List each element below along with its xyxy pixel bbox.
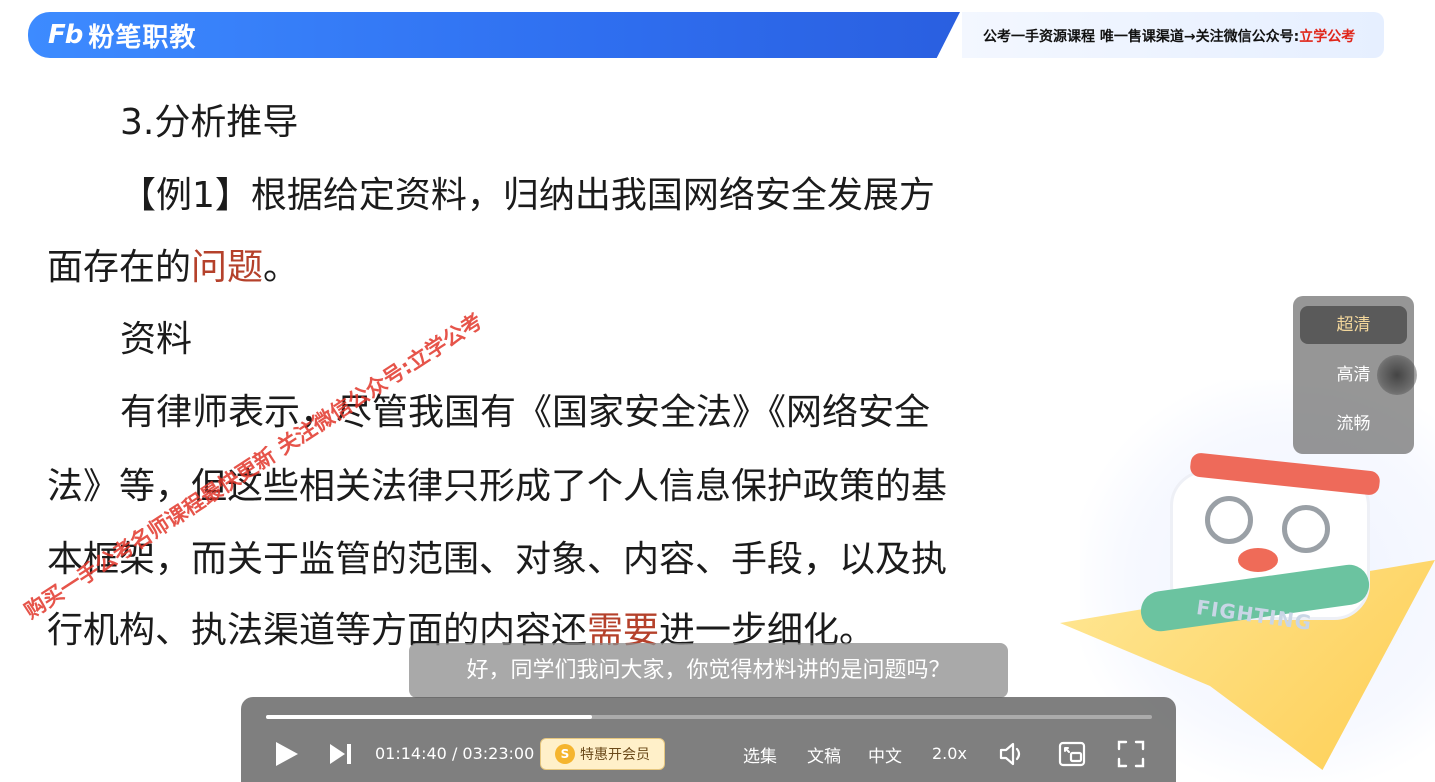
time-display: 01:14:40 / 03:23:00 [375,744,535,763]
example-line-2-text: 面存在的 [47,247,192,288]
cursor-indicator [1377,355,1417,395]
subtitle-caption: 好，同学们我问大家，你觉得材料讲的是问题吗？ [409,643,1008,698]
logo-mark: Fb [48,20,83,50]
next-icon[interactable] [328,742,354,766]
progress-fill [266,715,593,719]
vip-button[interactable]: S 特惠开会员 [540,738,665,770]
vip-coin-icon: S [555,744,575,764]
material-label: 资料 [120,319,193,360]
keyword-problem: 问题 [191,247,264,288]
promo-text: 公考一手资源课程 唯一售课渠道→关注微信公众号:立学公考 [983,26,1355,46]
play-icon[interactable] [272,740,300,768]
example-line-2: 面存在的问题。 [47,248,299,288]
quality-option-ultra[interactable]: 超清 [1300,306,1407,344]
paragraph-line-3: 本框架，而关于监管的范围、对象、内容、手段，以及执 [47,539,948,580]
player-control-bar [241,697,1176,782]
progress-bar[interactable] [266,715,1152,719]
mascot-eye-left [1205,496,1253,544]
episodes-button[interactable]: 选集 [743,742,777,767]
example-line-2-end: 。 [263,247,300,288]
quality-option-smooth[interactable]: 流畅 [1300,405,1407,443]
promo-highlight: 立学公考 [1299,29,1356,45]
pip-icon[interactable] [1058,741,1086,767]
speed-button[interactable]: 2.0x [932,744,967,763]
language-button[interactable]: 中文 [868,742,902,767]
volume-icon[interactable] [998,741,1028,767]
fullscreen-icon[interactable] [1117,740,1145,768]
section-heading: 3.分析推导 [120,102,299,143]
mascot-beak [1238,548,1278,572]
mascot-eye-right [1282,505,1330,553]
example-line-1: 【例1】根据给定资料，归纳出我国网络安全发展方 [120,175,935,216]
brand-logo: Fb 粉笔职教 [48,16,196,54]
transcript-button[interactable]: 文稿 [807,742,841,767]
vip-label: 特惠开会员 [580,747,650,763]
promo-main: 公考一手资源课程 唯一售课渠道→关注微信公众号: [983,29,1300,45]
logo-text: 粉笔职教 [88,22,197,53]
paragraph-line-1: 有律师表示，尽管我国有《国家安全法》《网络安全 [120,392,931,433]
top-banner: Fb 粉笔职教 公考一手资源课程 唯一售课渠道→关注微信公众号:立学公考 [0,0,1435,62]
